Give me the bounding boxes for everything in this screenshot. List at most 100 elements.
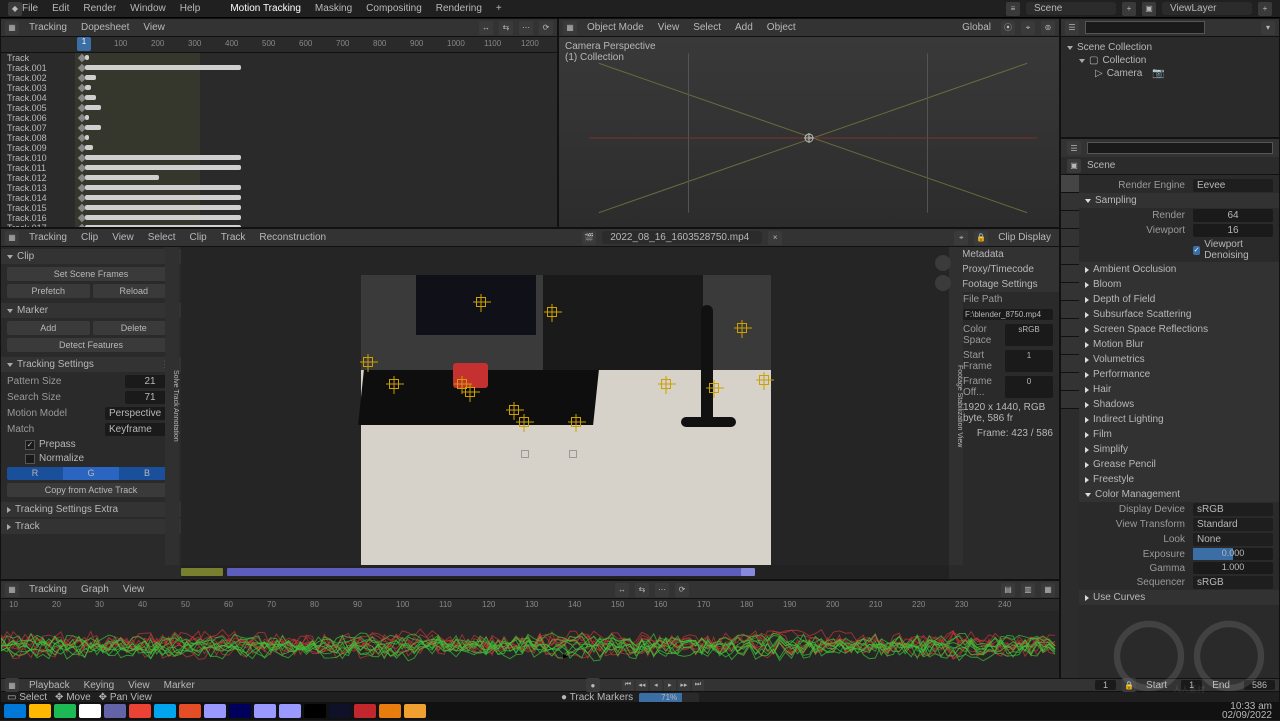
props-tab-object[interactable] (1061, 265, 1079, 283)
outliner-filter-icon[interactable]: ▾ (1261, 21, 1275, 35)
graph-f2-icon[interactable]: ▥ (1021, 583, 1035, 597)
clip-view[interactable]: View (108, 232, 138, 243)
sect-depth-of-field[interactable]: Depth of Field (1079, 292, 1279, 307)
track-row[interactable]: Track.005 (1, 103, 557, 113)
cm-sequencer[interactable]: sRGB (1193, 576, 1273, 589)
props-tab-output[interactable] (1061, 193, 1079, 211)
reload-button[interactable]: Reload (93, 284, 176, 298)
ds-playhead[interactable]: 1 (77, 37, 91, 51)
sect-grease-pencil[interactable]: Grease Pencil (1079, 457, 1279, 472)
viewport-denoise-check[interactable]: ✓Viewport Denoising (1193, 239, 1273, 261)
vp-mode[interactable]: Object Mode (583, 22, 648, 33)
vp-object[interactable]: Object (763, 22, 800, 33)
props-tab-particles[interactable] (1061, 301, 1079, 319)
sect-volumetrics[interactable]: Volumetrics (1079, 352, 1279, 367)
jump-start-button[interactable]: ⏮ (622, 680, 634, 691)
graph-t2-icon[interactable]: ⇆ (635, 583, 649, 597)
vp-add[interactable]: Add (731, 22, 757, 33)
menu-render[interactable]: Render (83, 3, 116, 14)
workspace-masking[interactable]: Masking (315, 3, 352, 14)
cm-gamma[interactable]: 1.000 (1193, 562, 1273, 574)
clip-movie-icon[interactable]: 🎬 (582, 231, 596, 245)
clip-view[interactable] (181, 247, 949, 565)
taskbar-app[interactable] (279, 704, 301, 718)
props-editor-icon[interactable]: ☰ (1067, 141, 1081, 155)
sect-color-management[interactable]: Color Management (1079, 487, 1279, 502)
props-tab-world[interactable] (1061, 247, 1079, 265)
sec-clip[interactable]: Clip (1, 249, 181, 264)
taskbar-app[interactable] (329, 704, 351, 718)
sect-film[interactable]: Film (1079, 427, 1279, 442)
cm-exposure[interactable]: 0.000 (1193, 548, 1273, 560)
tl-playback[interactable]: Playback (25, 680, 74, 691)
graph-f1-icon[interactable]: ▤ (1001, 583, 1015, 597)
sect-simplify[interactable]: Simplify (1079, 442, 1279, 457)
new-viewlayer-icon[interactable]: + (1258, 2, 1272, 16)
prefetch-button[interactable]: Prefetch (7, 284, 90, 298)
outliner-editor-icon[interactable]: ☰ (1065, 21, 1079, 35)
props-tab-material[interactable] (1061, 373, 1079, 391)
cm-look[interactable]: None (1193, 533, 1273, 546)
taskbar-app[interactable] (379, 704, 401, 718)
tree-scene-collection[interactable]: Scene Collection (1067, 41, 1273, 54)
tl-view[interactable]: View (124, 680, 154, 691)
clip-sub[interactable]: Clip (77, 232, 102, 243)
taskbar-app[interactable] (254, 704, 276, 718)
taskbar-app[interactable] (354, 704, 376, 718)
tree-collection[interactable]: ▢Collection (1067, 54, 1273, 67)
footage-section[interactable]: ▾ Footage Settings (949, 277, 1059, 292)
track-row[interactable]: Track (1, 53, 557, 63)
track-row[interactable]: Track.009 (1, 143, 557, 153)
menu-window[interactable]: Window (130, 3, 166, 14)
add-marker-button[interactable]: Add (7, 321, 90, 335)
clip-display[interactable]: Clip Display (994, 232, 1055, 243)
next-key-button[interactable]: ▸▸ (678, 680, 690, 691)
ds-mode[interactable]: Tracking (25, 22, 71, 33)
viewlayer-name[interactable]: ViewLayer (1162, 2, 1252, 15)
cm-display[interactable]: sRGB (1193, 503, 1273, 516)
prepass-check[interactable]: ✓Prepass (7, 439, 175, 450)
jump-end-button[interactable]: ⏭ (692, 680, 704, 691)
filepath-field[interactable]: F:\blender_8750.mp4 (963, 309, 1053, 320)
track-row[interactable]: Track.001 (1, 63, 557, 73)
ds-view[interactable]: View (139, 22, 169, 33)
play-fwd-button[interactable]: ▸ (664, 680, 676, 691)
dopesheet-body[interactable]: TrackTrack.001Track.002Track.003Track.00… (1, 53, 557, 227)
timeline-editor-icon[interactable]: ▦ (5, 678, 19, 692)
vp-view[interactable]: View (654, 22, 684, 33)
sect-indirect-lighting[interactable]: Indirect Lighting (1079, 412, 1279, 427)
sec-marker[interactable]: Marker (1, 303, 181, 318)
graph-body[interactable]: ▸ (1, 611, 1059, 679)
tl-autokey-icon[interactable]: ● (586, 678, 600, 692)
sec-tracking-extra[interactable]: Tracking Settings Extra (1, 502, 181, 517)
vp-snap-icon[interactable]: ⦿ (1001, 21, 1015, 35)
taskbar-app[interactable] (154, 704, 176, 718)
props-tab-scene[interactable] (1061, 229, 1079, 247)
frameoff-field[interactable]: 0 (1005, 376, 1053, 398)
ds-sub[interactable]: Dopesheet (77, 22, 133, 33)
tree-camera[interactable]: ▷Camera📷 (1067, 67, 1273, 80)
sect-sampling[interactable]: Sampling (1079, 193, 1279, 208)
meta-section[interactable]: ▸ Metadata (949, 247, 1059, 262)
viewport-editor-icon[interactable]: ▦ (563, 21, 577, 35)
taskbar-app[interactable] (54, 704, 76, 718)
ds-tool-4-icon[interactable]: ⟳ (539, 21, 553, 35)
taskbar-app[interactable] (204, 704, 226, 718)
outliner-search[interactable] (1085, 21, 1205, 34)
track-row[interactable]: Track.016 (1, 213, 557, 223)
track-row[interactable]: Track.013 (1, 183, 557, 193)
clip-recon[interactable]: Reconstruction (255, 232, 330, 243)
ds-tool-3-icon[interactable]: ⋯ (519, 21, 533, 35)
menu-help[interactable]: Help (180, 3, 201, 14)
taskbar-app[interactable] (404, 704, 426, 718)
sect-motion-blur[interactable]: Motion Blur (1079, 337, 1279, 352)
taskbar-app[interactable] (129, 704, 151, 718)
track-row[interactable]: Track.015 (1, 203, 557, 213)
rgb-channel-bar[interactable]: RGB (7, 467, 175, 480)
play-rev-button[interactable]: ◂ (650, 680, 662, 691)
sampling-viewport[interactable]: 16 (1193, 224, 1273, 237)
sect-shadows[interactable]: Shadows (1079, 397, 1279, 412)
taskbar-app[interactable] (179, 704, 201, 718)
vp-orient[interactable]: Global (958, 22, 995, 33)
editor-type-icon[interactable]: ▦ (5, 21, 19, 35)
